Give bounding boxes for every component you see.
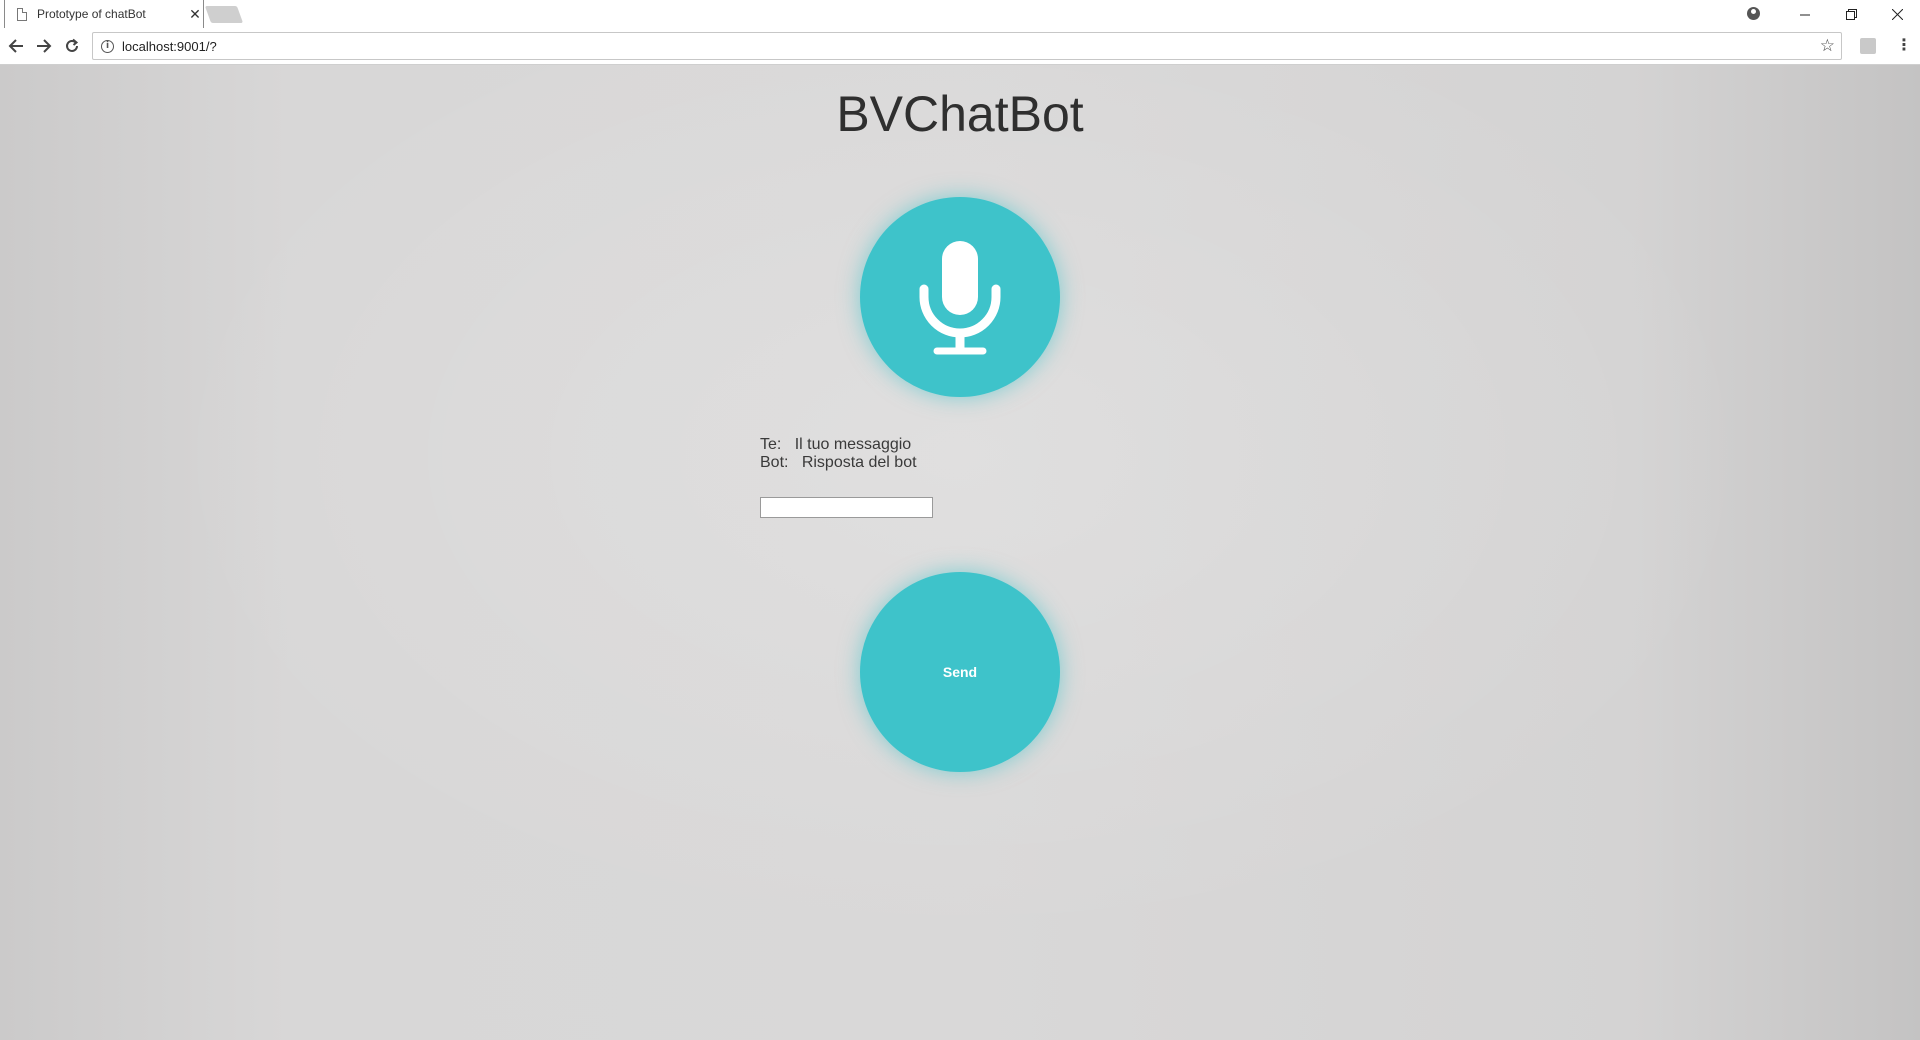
url-text: localhost:9001/? xyxy=(122,38,217,54)
conversation-log: Te: Il tuo messaggio Bot: Risposta del b… xyxy=(760,436,1160,472)
message-input[interactable] xyxy=(760,497,933,518)
send-button[interactable]: Send xyxy=(860,572,1060,772)
back-button[interactable] xyxy=(2,33,30,59)
conversation-row-user: Te: Il tuo messaggio xyxy=(760,436,1160,454)
info-icon[interactable]: i xyxy=(101,39,114,53)
close-tab-icon[interactable]: ✕ xyxy=(187,6,203,23)
back-arrow-icon xyxy=(8,39,23,53)
reload-button[interactable] xyxy=(58,33,86,59)
minimize-icon xyxy=(1799,14,1810,15)
profile-button[interactable] xyxy=(1738,0,1768,26)
microphone-icon xyxy=(919,241,1001,355)
forward-button[interactable] xyxy=(30,33,58,59)
reload-icon xyxy=(66,38,79,52)
close-icon xyxy=(1891,8,1903,20)
bookmark-star-icon[interactable]: ☆ xyxy=(1820,36,1835,56)
speaker-label: Te: xyxy=(760,436,782,453)
address-bar[interactable]: i localhost:9001/? ☆ xyxy=(92,32,1842,60)
browser-toolbar: i localhost:9001/? ☆ ⋮ xyxy=(0,28,1920,65)
extension-icon[interactable] xyxy=(1860,38,1876,54)
restore-button[interactable] xyxy=(1828,0,1874,28)
microphone-button[interactable] xyxy=(860,197,1060,397)
speaker-label: Bot: xyxy=(760,454,789,471)
close-window-button[interactable] xyxy=(1874,0,1920,28)
restore-icon xyxy=(1845,8,1857,20)
document-icon xyxy=(17,7,27,21)
browser-titlebar: Prototype of chatBot ✕ xyxy=(0,0,1920,28)
page-title: BVChatBot xyxy=(836,86,1084,142)
kebab-menu-icon[interactable]: ⋮ xyxy=(1896,35,1912,54)
window-controls xyxy=(1782,0,1920,28)
tab-title: Prototype of chatBot xyxy=(37,7,146,21)
conversation-row-bot: Bot: Risposta del bot xyxy=(760,454,1160,472)
new-tab-button[interactable] xyxy=(204,6,244,23)
user-message-text: Il tuo messaggio xyxy=(794,436,912,453)
forward-arrow-icon xyxy=(37,39,52,53)
page-content: BVChatBot Te: Il tuo messaggio Bot: Risp… xyxy=(0,65,1920,1040)
bot-response-text: Risposta del bot xyxy=(801,454,917,471)
browser-tab[interactable]: Prototype of chatBot ✕ xyxy=(4,0,204,28)
profile-icon xyxy=(1746,6,1760,20)
minimize-button[interactable] xyxy=(1782,0,1828,28)
